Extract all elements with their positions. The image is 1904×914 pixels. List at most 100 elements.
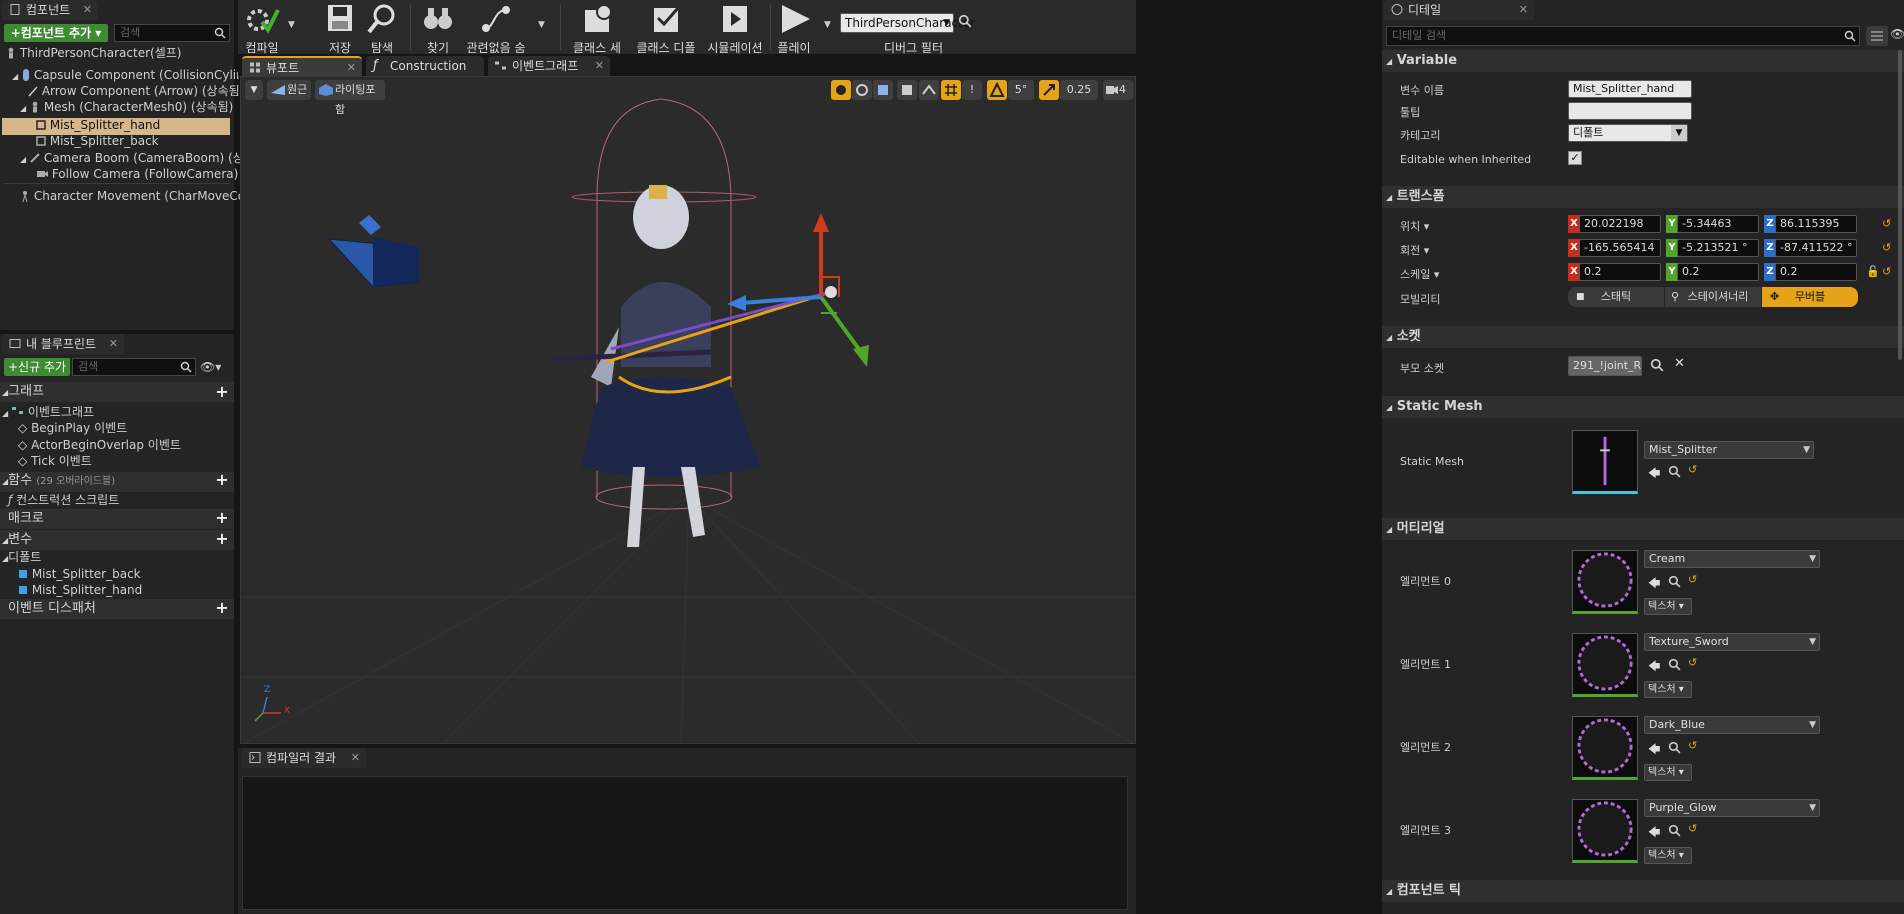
add-function-button[interactable]: + — [214, 472, 230, 489]
close-icon[interactable]: ✕ — [109, 334, 118, 354]
location-x-input[interactable]: 20.022198 — [1579, 215, 1661, 233]
debug-search-icon[interactable] — [958, 14, 972, 28]
clear-socket-icon[interactable]: ✕ — [1674, 356, 1685, 371]
browse-asset-icon[interactable] — [1668, 465, 1681, 478]
add-component-button[interactable]: +컴포넌트 추가 ▾ — [4, 24, 108, 42]
mobility-movable-button[interactable]: ✥ 무버블 — [1762, 287, 1858, 307]
location-z-input[interactable]: 86.115395 — [1775, 215, 1857, 233]
material-dropdown[interactable]: Purple_Glow ▼ — [1644, 799, 1820, 817]
material-thumbnail[interactable] — [1572, 550, 1638, 614]
add-variable-button[interactable]: + — [214, 531, 230, 548]
compile-button[interactable]: 컴파일 — [242, 2, 282, 56]
use-selected-material-icon[interactable]: 🡄 — [1648, 823, 1660, 844]
reset-material-icon[interactable]: ↺ — [1688, 573, 1697, 586]
compiler-results-tab[interactable]: 컴파일러 결과 ✕ — [242, 748, 366, 768]
add-macro-button[interactable]: + — [214, 510, 230, 527]
play-button[interactable]: 플레이 — [774, 2, 814, 56]
category-dropdown[interactable]: 디폴트 ▼ — [1568, 124, 1688, 142]
location-label[interactable]: 위치 ▾ — [1400, 218, 1429, 234]
viewport[interactable]: ▼ 원근 라이팅포함 ! 5° 0.25 4 X Z — [240, 76, 1136, 744]
material-thumbnail[interactable] — [1572, 716, 1638, 780]
property-matrix-icon[interactable] — [1866, 26, 1888, 46]
use-selected-material-icon[interactable]: 🡄 — [1648, 740, 1660, 761]
reset-mesh-icon[interactable]: ↺ — [1688, 463, 1697, 476]
rotation-y-input[interactable]: -5.213521 ° — [1677, 239, 1759, 257]
close-icon[interactable]: ✕ — [347, 58, 356, 78]
editable-when-inherited-checkbox[interactable]: ✓ — [1568, 151, 1582, 165]
var-name-input[interactable]: Mist_Splitter_hand — [1568, 80, 1692, 98]
hide-unrelated-dropdown-icon[interactable]: ▼ — [538, 20, 545, 30]
tree-item-mesh[interactable]: ◢ Mesh (CharacterMesh0) (상속됨) — [20, 97, 233, 117]
material-dropdown[interactable]: Cream ▼ — [1644, 550, 1820, 568]
use-selected-asset-icon[interactable]: 🡄 — [1648, 464, 1660, 485]
variable-section-header[interactable]: ◢ Variable — [1386, 50, 1457, 72]
textures-button[interactable]: 텍스처 ▾ — [1644, 764, 1692, 781]
static-mesh-dropdown[interactable]: Mist_Splitter ▼ — [1644, 441, 1814, 459]
textures-button[interactable]: 텍스처 ▾ — [1644, 681, 1692, 698]
debug-object-dropdown[interactable]: ThirdPersonCharacter ▼ — [840, 13, 975, 33]
save-button[interactable]: 저장 — [320, 2, 360, 56]
use-selected-material-icon[interactable]: 🡄 — [1648, 574, 1660, 595]
compiler-log-area[interactable] — [242, 776, 1128, 910]
textures-button[interactable]: 텍스처 ▾ — [1644, 847, 1692, 864]
graph-section[interactable]: ◢그래프 — [2, 381, 44, 403]
functions-section[interactable]: ◢함수 (29 오버라이드블) — [2, 470, 115, 492]
materials-section-header[interactable]: ◢ 머티리얼 — [1386, 518, 1445, 540]
eye-icon[interactable]: 👁▾ — [200, 360, 221, 374]
variable-mist-splitter-hand[interactable]: Mist_Splitter_hand — [18, 580, 142, 600]
transform-section-header[interactable]: ◢ 트랜스폼 — [1386, 186, 1445, 208]
visibility-eye-icon[interactable]: 👁 — [1890, 27, 1904, 41]
material-dropdown[interactable]: Dark_Blue ▼ — [1644, 716, 1820, 734]
rotation-label[interactable]: 회전 ▾ — [1400, 242, 1429, 258]
close-icon[interactable]: ✕ — [351, 748, 360, 768]
details-scrollbar[interactable] — [1898, 50, 1902, 360]
tab-event-graph[interactable]: 이벤트그래프 ✕ — [488, 56, 610, 76]
component-tick-section-header[interactable]: ◢ 컴포넌트 틱 — [1386, 880, 1461, 902]
event-dispatchers-section[interactable]: 이벤트 디스패처 — [8, 598, 96, 620]
compile-dropdown-icon[interactable]: ▼ — [288, 20, 295, 30]
location-y-input[interactable]: -5.34463 — [1677, 215, 1759, 233]
find-button[interactable]: 찾기 — [418, 2, 458, 56]
play-dropdown-icon[interactable]: ▼ — [824, 20, 831, 30]
material-dropdown[interactable]: Texture_Sword ▼ — [1644, 633, 1820, 651]
mobility-static-button[interactable]: ■ 스태틱 — [1568, 287, 1664, 307]
add-dispatcher-button[interactable]: + — [214, 600, 230, 617]
mobility-stationary-button[interactable]: ⚲ 스테이셔너리 — [1665, 287, 1761, 307]
macros-section[interactable]: 매크로 — [8, 508, 44, 530]
browse-button[interactable]: 탐색 — [362, 2, 402, 56]
scale-label[interactable]: 스케일 ▾ — [1400, 266, 1439, 282]
use-selected-material-icon[interactable]: 🡄 — [1648, 657, 1660, 678]
textures-button[interactable]: 텍스처 ▾ — [1644, 598, 1692, 615]
reset-rotation-icon[interactable]: ↺ — [1882, 241, 1891, 254]
lock-scale-icon[interactable]: 🔓 — [1866, 265, 1880, 278]
new-add-button[interactable]: +신규 추가 ▾ — [4, 358, 70, 392]
construction-script-item[interactable]: ƒ 컨스트럭션 스크립트 — [8, 490, 119, 510]
tab-construction-script[interactable]: ƒ Construction Scrip — [366, 56, 484, 93]
browse-material-icon[interactable] — [1668, 575, 1681, 588]
add-graph-button[interactable]: + — [214, 384, 230, 401]
rotation-x-input[interactable]: -165.565414 — [1579, 239, 1661, 257]
tree-item-self[interactable]: ThirdPersonCharacter(셀프) — [6, 43, 181, 63]
static-mesh-section-header[interactable]: ◢ Static Mesh — [1386, 396, 1483, 418]
close-icon[interactable]: ✕ — [595, 56, 604, 76]
components-tab[interactable]: 컴포넌트 ✕ — [2, 0, 98, 20]
sockets-section-header[interactable]: ◢ 소켓 — [1386, 326, 1421, 348]
browse-material-icon[interactable] — [1668, 658, 1681, 671]
rotation-z-input[interactable]: -87.411522 ° — [1775, 239, 1857, 257]
material-thumbnail[interactable] — [1572, 799, 1638, 863]
scale-x-input[interactable]: 0.2 — [1579, 263, 1661, 281]
event-tick[interactable]: ◇ Tick 이벤트 — [18, 451, 92, 471]
scale-z-input[interactable]: 0.2 — [1775, 263, 1857, 281]
details-tab[interactable]: 디테일 ✕ — [1384, 0, 1534, 20]
browse-material-icon[interactable] — [1668, 824, 1681, 837]
simulation-button[interactable]: 시뮬레이션 — [702, 2, 768, 56]
reset-scale-icon[interactable]: ↺ — [1882, 265, 1891, 278]
tooltip-input[interactable] — [1568, 102, 1692, 120]
reset-material-icon[interactable]: ↺ — [1688, 739, 1697, 752]
parent-socket-input[interactable]: 291_!joint_Rig — [1568, 356, 1642, 376]
close-icon[interactable]: ✕ — [1519, 0, 1528, 20]
material-thumbnail[interactable] — [1572, 633, 1638, 697]
browse-material-icon[interactable] — [1668, 741, 1681, 754]
reset-location-icon[interactable]: ↺ — [1882, 217, 1891, 230]
components-search-input[interactable]: 검색 — [114, 24, 230, 42]
